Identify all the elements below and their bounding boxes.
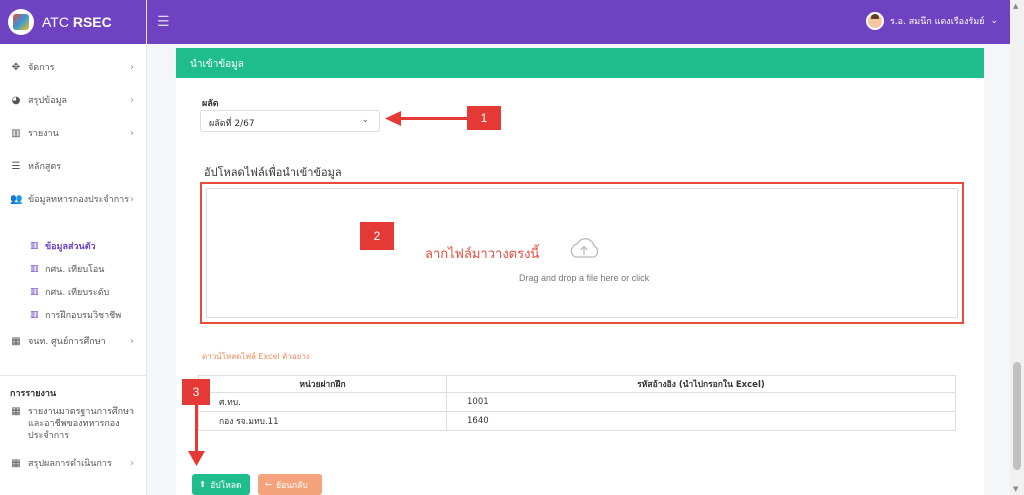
user-menu[interactable]: ร.อ. สมนึก แดงเรืองรัมย์ ⌄ [865, 12, 998, 30]
table-cell: 1640 [446, 411, 956, 431]
chevron-right-icon: › [130, 406, 134, 417]
arrow-head-down-icon [188, 451, 205, 466]
sidebar-item-manage[interactable]: ✥ จัดการ › [0, 62, 146, 95]
sidebar: ATC RSEC ✥ จัดการ › ◕ สรุปข้อมูล › ▥ ราย… [0, 0, 147, 495]
sidebar-subitem-level[interactable]: ▥ กศน. เทียบระดับ [0, 280, 146, 303]
annotation-arrow-1 [398, 117, 467, 120]
hamburger-menu-icon[interactable]: ☰ [157, 14, 170, 30]
sidebar-item-summary-report[interactable]: ▦ สรุปผลการดำเนินการ › [0, 458, 146, 491]
avatar [865, 12, 884, 30]
table-cell: ศ.ทบ. [198, 392, 447, 412]
back-button[interactable]: ← ย้อนกลับ [258, 474, 322, 495]
users-icon: 👥 [10, 194, 23, 205]
card-header: นำเข้าข้อมูล [176, 48, 984, 78]
scroll-down-icon[interactable]: ▼ [1013, 485, 1018, 493]
term-label: ผลัด [202, 99, 219, 109]
sidebar-item-soldiers[interactable]: 👥 ข้อมูลทหารกองประจำการ › [0, 194, 146, 234]
bar-chart-icon: ▥ [11, 128, 21, 139]
table-header: รหัสอ้างอิง (นำไปกรอกใน Excel) [446, 375, 956, 393]
scroll-up-icon[interactable]: ▲ [1013, 2, 1018, 10]
brand[interactable]: ATC RSEC [0, 0, 146, 44]
sidebar-item-center[interactable]: ▦ จนท. ศูนย์การศึกษา › [0, 336, 146, 369]
bar-chart-icon: ▥ [30, 263, 39, 274]
sidebar-item-standard-report[interactable]: ▦ รายงานมาตรฐานการศึกษาและอาชีพของทหารกอ… [0, 406, 146, 458]
drop-overlay-text: ลากไฟล์มาวางตรงนี้ [425, 247, 540, 262]
upload-button[interactable]: ⬆ อัปโหลด [192, 474, 250, 495]
table-header: หน่วยฝากฝึก [198, 375, 447, 393]
chevron-right-icon: › [130, 336, 134, 347]
table-cell: 1001 [446, 392, 956, 412]
bar-chart-icon: ▥ [30, 309, 39, 320]
cloud-upload-icon [570, 238, 599, 258]
download-sample-link[interactable]: ดาวน์โหลดไฟล์ Excel ตัวอย่าง [202, 350, 310, 363]
annotation-arrow-3 [195, 405, 198, 453]
chevron-right-icon: › [130, 95, 134, 106]
annotation-badge-3: 3 [182, 379, 210, 405]
sidebar-item-summary[interactable]: ◕ สรุปข้อมูล › [0, 95, 146, 128]
dropzone-highlight: ลากไฟล์มาวางตรงนี้ Drag and drop a file … [200, 182, 964, 324]
arrow-left-icon: ← [265, 479, 273, 490]
chevron-down-icon: › [130, 194, 134, 205]
upload-title: อัปโหลดไฟล์เพื่อนำเข้าข้อมูล [204, 166, 342, 179]
arrow-head-left-icon [385, 111, 401, 126]
chevron-right-icon: › [130, 128, 134, 139]
sidebar-item-courses[interactable]: ☰ หลักสูตร [0, 161, 146, 194]
topbar: ☰ ร.อ. สมนึก แดงเรืองรัมย์ ⌄ [147, 0, 1024, 44]
annotation-badge-1: 1 [467, 106, 501, 130]
list-icon: ☰ [11, 161, 21, 172]
sidebar-nav: ✥ จัดการ › ◕ สรุปข้อมูล › ▥ รายงาน › ☰ ห… [0, 44, 146, 491]
chevron-down-icon: ⌄ [990, 16, 998, 26]
chevron-right-icon: › [130, 458, 134, 469]
table-row: ศ.ทบ. 1001 [198, 392, 956, 412]
sidebar-subitem-transfer[interactable]: ▥ กศน. เทียบโอน [0, 257, 146, 280]
chevron-down-icon: ⌄ [361, 115, 369, 125]
sidebar-subitem-personal[interactable]: ▥ ข้อมูลส่วนตัว [0, 234, 146, 257]
annotation-badge-2: 2 [360, 222, 394, 250]
sidebar-item-report[interactable]: ▥ รายงาน › [0, 128, 146, 161]
page-scrollbar[interactable]: ▲ ▼ [1010, 0, 1024, 495]
grid-icon: ▦ [11, 458, 21, 469]
chevron-right-icon: › [130, 62, 134, 73]
term-select[interactable]: ผลัดที่ 2/67 ⌄ [200, 110, 380, 132]
arrows-icon: ✥ [11, 62, 21, 73]
file-dropzone[interactable]: ลากไฟล์มาวางตรงนี้ Drag and drop a file … [206, 188, 958, 318]
drop-hint: Drag and drop a file here or click [519, 273, 650, 283]
bar-chart-icon: ▥ [30, 286, 39, 297]
table-cell: กอง รจ.มทบ.11 [198, 411, 447, 431]
grid-icon: ▦ [11, 336, 21, 347]
table-row: กอง รจ.มทบ.11 1640 [198, 411, 956, 431]
import-card: นำเข้าข้อมูล ผลัด ผลัดที่ 2/67 ⌄ อัปโหลด… [176, 48, 984, 495]
reference-table: หน่วยฝากฝึก รหัสอ้างอิง (นำไปกรอกใน Exce… [198, 375, 956, 431]
brand-logo-icon [8, 9, 34, 35]
pie-chart-icon: ◕ [11, 95, 21, 106]
brand-title: ATC RSEC [42, 14, 112, 30]
table-header-row: หน่วยฝากฝึก รหัสอ้างอิง (นำไปกรอกใน Exce… [198, 375, 956, 393]
bar-chart-icon: ▥ [30, 240, 39, 251]
sidebar-section-title: การรายงาน [0, 375, 146, 406]
user-name: ร.อ. สมนึก แดงเรืองรัมย์ [889, 17, 985, 27]
upload-icon: ⬆ [199, 479, 207, 490]
scroll-thumb[interactable] [1013, 362, 1021, 470]
sidebar-subitem-vocational[interactable]: ▥ การฝึกอบรมวิชาชีพ [0, 303, 146, 326]
main-content: นำเข้าข้อมูล ผลัด ผลัดที่ 2/67 ⌄ อัปโหลด… [160, 44, 1010, 495]
grid-icon: ▦ [11, 406, 21, 417]
